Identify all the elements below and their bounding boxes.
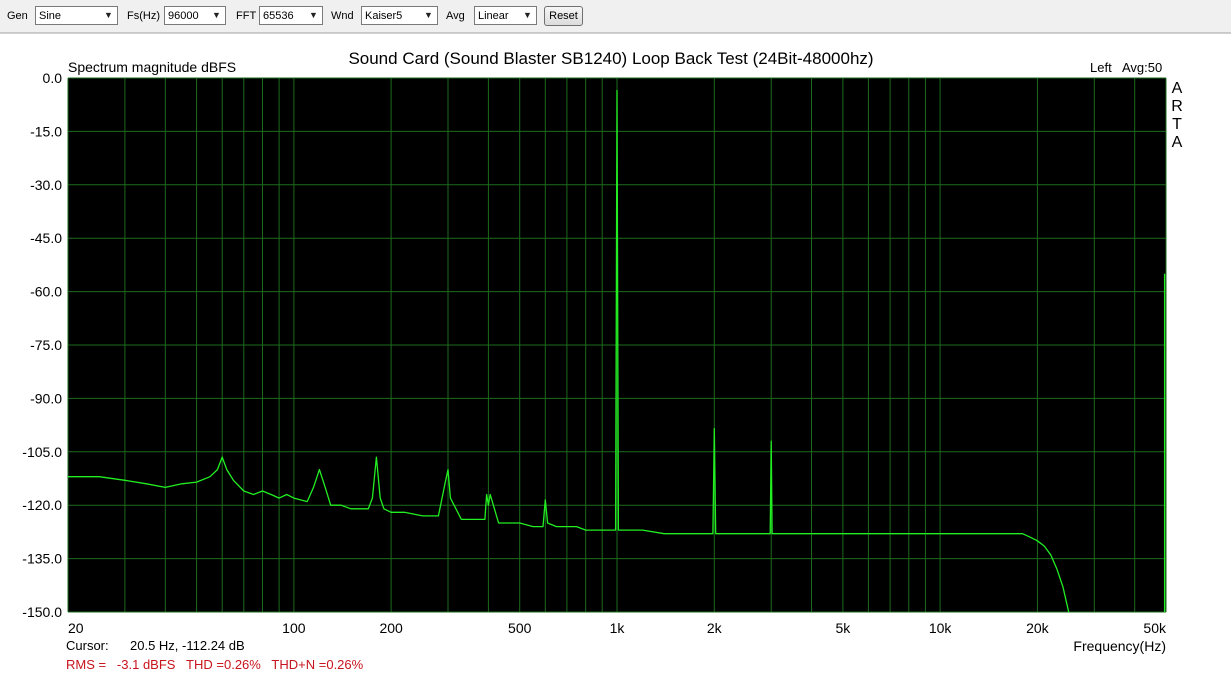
chevron-down-icon: ▼ (209, 8, 224, 23)
x-axis-label: Frequency(Hz) (1073, 638, 1166, 654)
generator-select[interactable]: Sine ▼ (35, 6, 118, 25)
y-tick-label: -75.0 (30, 337, 62, 353)
y-tick-label: -60.0 (30, 284, 62, 300)
y-tick-label: -90.0 (30, 390, 62, 406)
toolbar: Gen Sine ▼ Fs(Hz) 96000 ▼ FFT 65536 ▼ Wn… (0, 0, 1231, 33)
x-tick-label: 100 (282, 620, 306, 636)
y-tick-label: -105.0 (22, 444, 62, 460)
y-tick-label: -45.0 (30, 230, 62, 246)
chevron-down-icon: ▼ (421, 8, 436, 23)
watermark-letter: A (1172, 134, 1183, 151)
watermark-letter: R (1171, 98, 1183, 115)
y-tick-label: -30.0 (30, 177, 62, 193)
y-tick-label: -15.0 (30, 123, 62, 139)
spectrum-chart[interactable]: Sound Card (Sound Blaster SB1240) Loop B… (0, 34, 1231, 677)
x-tick-label: 20 (68, 620, 84, 636)
averaging-select[interactable]: Linear ▼ (474, 6, 537, 25)
x-tick-label: 2k (707, 620, 723, 636)
chevron-down-icon: ▼ (306, 8, 321, 23)
x-tick-label: 5k (835, 620, 851, 636)
y-tick-label: -120.0 (22, 497, 62, 513)
fft-size-select[interactable]: 65536 ▼ (259, 6, 323, 25)
x-tick-label: 200 (379, 620, 403, 636)
watermark-letter: T (1172, 116, 1182, 133)
arta-watermark: ARTA (1171, 80, 1183, 151)
x-tick-labels: 20 100 200 500 1k 2k 5k 10k 20k 50k (68, 620, 1167, 636)
fft-label: FFT (236, 10, 257, 22)
channel-label: Left (1090, 60, 1112, 75)
wnd-label: Wnd (331, 10, 354, 22)
reset-button[interactable]: Reset (544, 6, 583, 26)
window-select[interactable]: Kaiser5 ▼ (361, 6, 438, 25)
x-tick-label: 20k (1026, 620, 1050, 636)
y-axis-label: Spectrum magnitude dBFS (68, 59, 236, 75)
chevron-down-icon: ▼ (520, 8, 535, 23)
x-tick-label: 50k (1143, 620, 1167, 636)
cursor-readout: 20.5 Hz, -112.24 dB (130, 638, 245, 653)
cursor-label: Cursor: (66, 638, 109, 653)
rms-thd-readout: RMS = -3.1 dBFS THD =0.26% THD+N =0.26% (66, 657, 364, 672)
sample-rate-select[interactable]: 96000 ▼ (164, 6, 226, 25)
avg-label: Avg (446, 10, 465, 22)
sample-rate-value: 96000 (168, 10, 199, 22)
fft-size-value: 65536 (263, 10, 294, 22)
gen-label: Gen (7, 10, 28, 22)
chart-title: Sound Card (Sound Blaster SB1240) Loop B… (348, 49, 873, 68)
x-tick-label: 500 (508, 620, 532, 636)
generator-value: Sine (39, 10, 62, 22)
y-tick-label: -150.0 (22, 604, 62, 620)
x-tick-label: 1k (610, 620, 626, 636)
watermark-letter: A (1172, 80, 1183, 97)
averaging-value: Linear (478, 10, 509, 22)
spectrum-chart-area: Sound Card (Sound Blaster SB1240) Loop B… (0, 33, 1231, 677)
y-tick-label: -135.0 (22, 551, 62, 567)
chevron-down-icon: ▼ (101, 8, 116, 23)
y-tick-labels: 0.0 -15.0 -30.0 -45.0 -60.0 -75.0 -90.0 -105.0 -… (22, 70, 62, 620)
y-tick-label: 0.0 (43, 70, 63, 86)
x-tick-label: 10k (929, 620, 953, 636)
avg-count-label: Avg:50 (1122, 60, 1162, 75)
fs-label: Fs(Hz) (127, 10, 160, 22)
window-value: Kaiser5 (365, 10, 403, 22)
